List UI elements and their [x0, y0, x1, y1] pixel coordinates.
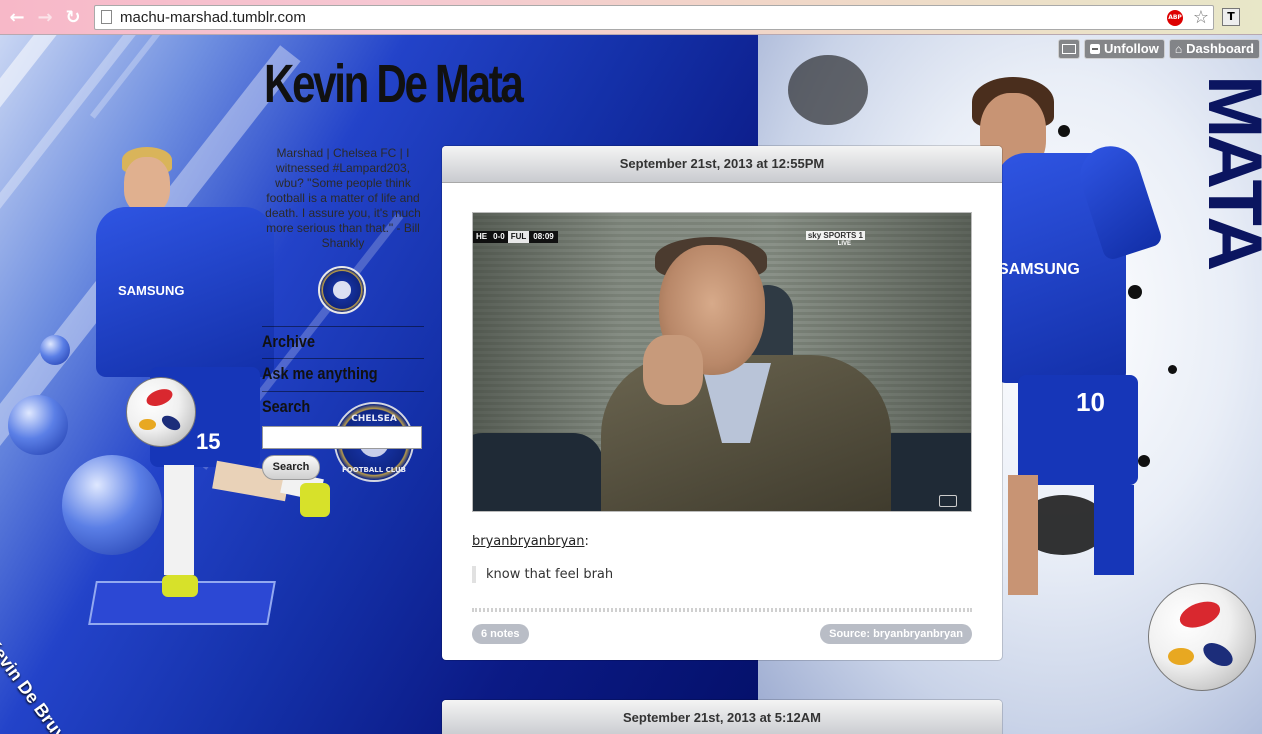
reblog-source-line: bryanbryanbryan: — [472, 534, 589, 549]
score-value: 0-0 — [490, 231, 508, 243]
search-button[interactable]: Search — [262, 455, 320, 480]
source-user-link[interactable]: bryanbryanbryan — [472, 534, 585, 549]
left-shirt-sponsor: SAMSUNG — [118, 283, 185, 298]
dashboard-button[interactable]: ⌂ Dashboard — [1168, 39, 1260, 59]
dashboard-label: Dashboard — [1186, 41, 1254, 56]
home-icon: ⌂ — [1174, 42, 1183, 56]
scoreboard: HE 0-0 FUL 08:09 — [473, 231, 558, 243]
blog-title[interactable]: Kevin De Mata — [264, 52, 524, 116]
minus-icon — [1089, 44, 1100, 54]
tumblr-controls: Unfollow ⌂ Dashboard — [1057, 39, 1260, 59]
search-input[interactable] — [262, 426, 422, 449]
post-divider — [472, 608, 972, 612]
right-shirt-number: 10 — [1076, 387, 1105, 417]
sidebar-link-ask[interactable]: Ask me anything — [262, 364, 378, 384]
tv-channel-logo: sky SPORTS 1 LIVE — [795, 231, 865, 249]
crest-subtext: FOOTBALL CLUB — [342, 466, 406, 474]
channel-live: LIVE — [837, 241, 851, 247]
adblock-icon[interactable]: ABP — [1167, 10, 1183, 26]
post-quote: know that feel brah — [472, 566, 613, 583]
chelsea-crest-small — [318, 266, 366, 314]
left-shirt-number: 15 — [196, 429, 221, 454]
sidebar-divider — [262, 326, 424, 327]
post-card: September 21st, 2013 at 12:55PM HE 0-0 F… — [442, 146, 1002, 660]
back-arrow-icon[interactable]: ← — [6, 7, 28, 29]
message-button[interactable] — [1057, 39, 1080, 59]
forward-arrow-icon[interactable]: → — [34, 7, 56, 29]
crest-text: CHELSEA — [351, 414, 397, 424]
post-date[interactable]: September 21st, 2013 at 5:12AM — [442, 700, 1002, 734]
notes-pill[interactable]: 6 notes — [472, 624, 529, 644]
score-home: HE — [473, 231, 491, 243]
unfollow-button[interactable]: Unfollow — [1083, 39, 1165, 59]
left-football — [126, 377, 196, 447]
extension-icon[interactable]: T — [1222, 8, 1240, 26]
right-shirt-sponsor: SAMSUNG — [998, 261, 1080, 278]
left-player-name: Kevin De Bruyne — [0, 633, 83, 734]
sidebar-search-heading: Search — [262, 397, 311, 416]
sidebar-link-archive[interactable]: Archive — [262, 332, 315, 352]
right-vertical-text: MATA — [1192, 75, 1262, 268]
page-icon — [101, 10, 112, 24]
post-card: September 21st, 2013 at 5:12AM — [442, 700, 1002, 734]
browser-toolbar: ← → ↻ machu-marshad.tumblr.com ABP ☆ T — [0, 0, 1262, 35]
match-clock: 08:09 — [529, 231, 558, 243]
url-text[interactable]: machu-marshad.tumblr.com — [120, 9, 306, 26]
sidebar-divider — [262, 358, 424, 359]
post-date[interactable]: September 21st, 2013 at 12:55PM — [442, 146, 1002, 183]
channel-name: sky SPORTS 1 — [805, 231, 865, 240]
reload-icon[interactable]: ↻ — [62, 7, 84, 29]
source-pill[interactable]: Source: bryanbryanbryan — [820, 624, 972, 644]
sidebar-divider — [262, 391, 424, 392]
blog-description: Marshad | Chelsea FC | I witnessed #Lamp… — [265, 146, 421, 250]
post-photo[interactable]: HE 0-0 FUL 08:09 sky SPORTS 1 LIVE — [472, 212, 972, 512]
envelope-icon — [1061, 44, 1076, 54]
subtitle-icon — [939, 495, 957, 507]
unfollow-label: Unfollow — [1103, 41, 1159, 56]
score-away: FUL — [507, 231, 530, 243]
right-football — [1148, 583, 1256, 691]
address-bar[interactable]: machu-marshad.tumblr.com ABP ☆ — [94, 5, 1214, 30]
bookmark-star-icon[interactable]: ☆ — [1193, 7, 1209, 28]
